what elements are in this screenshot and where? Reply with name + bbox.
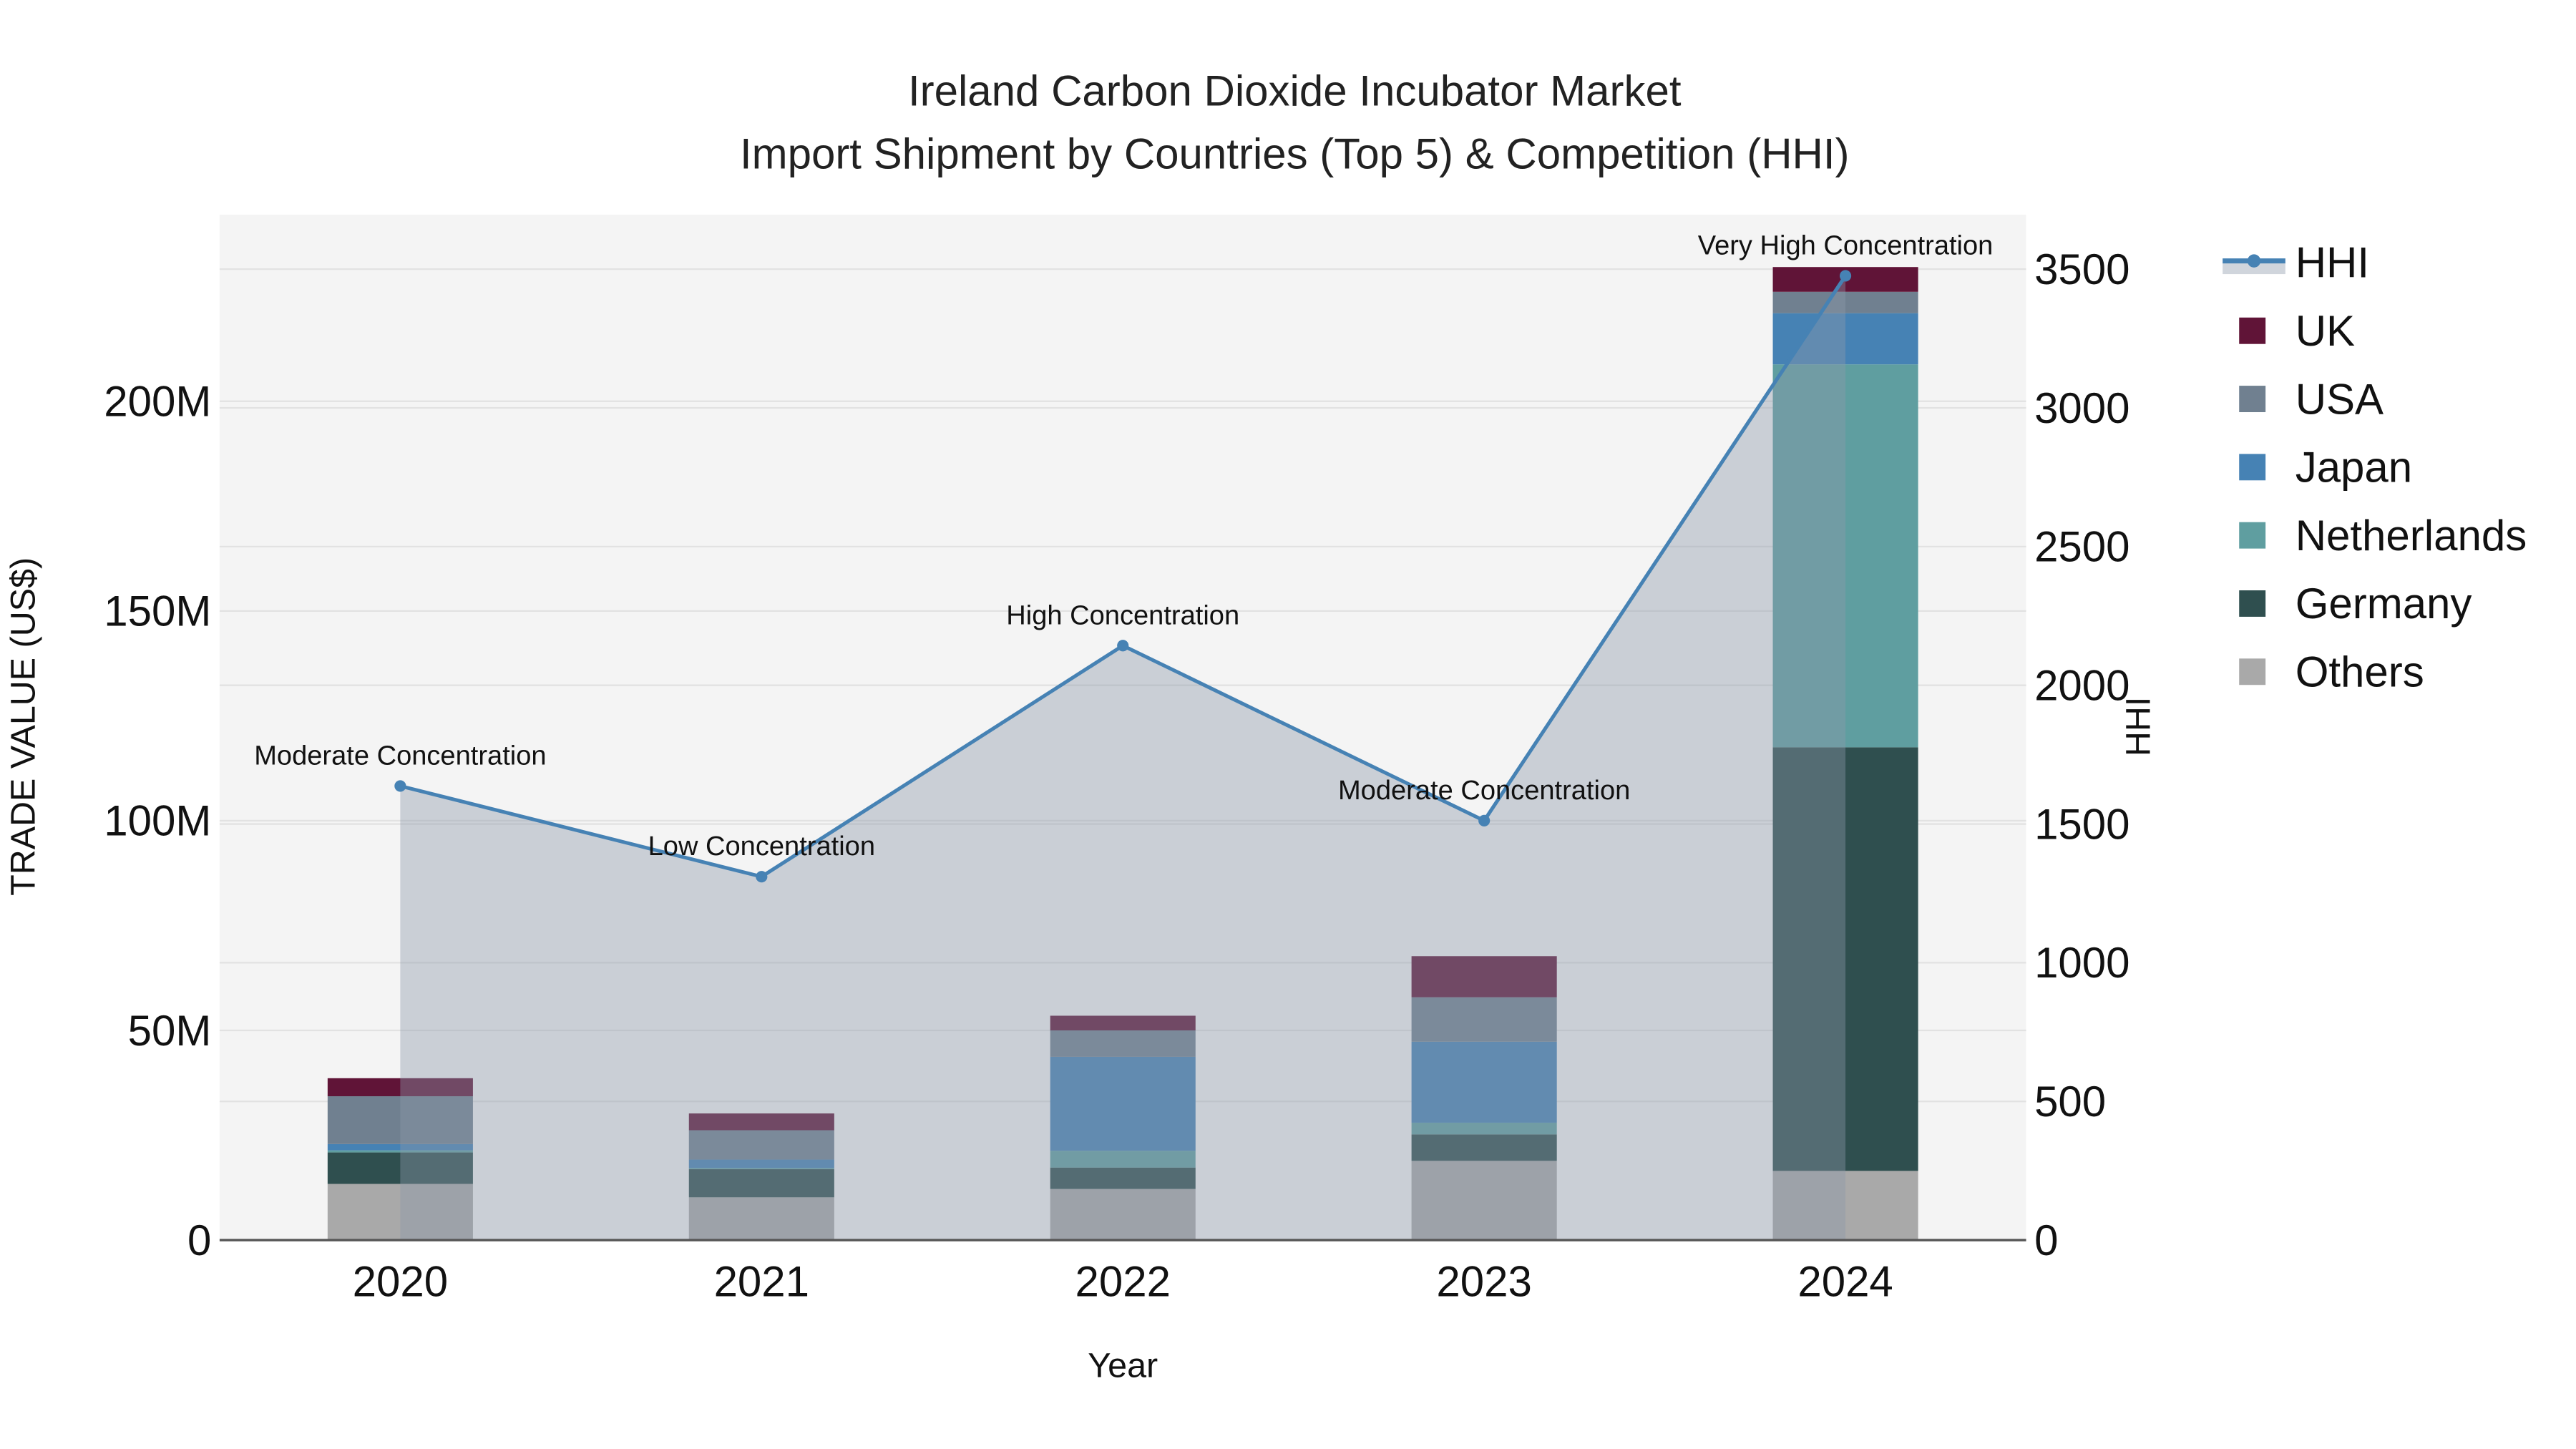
y2-tick-label: 2000 [2034, 661, 2129, 709]
y2-axis-ticks: 0 500 1000 1500 2000 2500 3000 3500 [2034, 245, 2129, 1264]
hhi-annotation: Low Concentration [648, 831, 875, 862]
y2-tick-label: 0 [2034, 1216, 2058, 1264]
legend-swatch-germany [2239, 590, 2266, 617]
x-tick-label: 2021 [714, 1258, 809, 1306]
hhi-point-2022 [1117, 640, 1129, 652]
y-tick-label: 150M [104, 587, 211, 635]
y2-tick-label: 500 [2034, 1078, 2106, 1126]
x-tick-label: 2022 [1075, 1258, 1170, 1306]
y-tick-label: 0 [187, 1216, 211, 1264]
legend-swatch-netherlands [2239, 522, 2266, 549]
x-tick-label: 2020 [353, 1258, 448, 1306]
legend-label-uk: UK [2296, 307, 2355, 355]
y2-tick-label: 3500 [2034, 245, 2129, 293]
hhi-annotation: Very High Concentration [1698, 230, 1994, 260]
legend-swatch-japan [2239, 454, 2266, 481]
hhi-annotation: High Concentration [1006, 600, 1239, 630]
x-axis-label: Year [1088, 1347, 1158, 1385]
y-tick-label: 200M [104, 378, 211, 426]
hhi-point-2021 [756, 871, 768, 883]
legend-label-germany: Germany [2296, 580, 2472, 628]
chart-subtitle: Import Shipment by Countries (Top 5) & C… [740, 130, 1850, 177]
y2-tick-label: 1500 [2034, 800, 2129, 848]
hhi-point-2020 [394, 780, 406, 792]
legend-swatch-usa [2239, 386, 2266, 412]
y-tick-label: 100M [104, 797, 211, 845]
legend-swatch-uk [2239, 317, 2266, 344]
x-tick-label: 2024 [1797, 1258, 1893, 1306]
hhi-point-2023 [1478, 814, 1491, 826]
y2-tick-label: 2500 [2034, 523, 2129, 571]
chart: 0 50M 100M 150M 200M 0 500 1000 1500 2000 2500 300… [4, 67, 2527, 1385]
y2-tick-label: 1000 [2034, 939, 2129, 987]
hhi-annotation: Moderate Concentration [254, 741, 546, 771]
legend-swatch-others [2239, 658, 2266, 686]
y2-axis-label: HHI [2119, 697, 2158, 756]
legend-label-usa: USA [2296, 375, 2384, 423]
y-axis-label: TRADE VALUE (US$) [4, 557, 42, 896]
hhi-point-2024 [1840, 270, 1852, 282]
legend-label-japan: Japan [2296, 444, 2412, 492]
chart-title: Ireland Carbon Dioxide Incubator Market [908, 67, 1682, 115]
legend-label-others: Others [2296, 648, 2424, 696]
y2-tick-label: 3000 [2034, 384, 2129, 432]
legend-label-hhi: HHI [2296, 239, 2369, 287]
legend-hhi-marker [2247, 254, 2261, 268]
y-tick-label: 50M [128, 1007, 212, 1055]
legend: HHI UK USA Japan Netherlands Germany Others [2223, 239, 2527, 696]
hhi-annotation: Moderate Concentration [1338, 776, 1630, 806]
legend-label-netherlands: Netherlands [2296, 512, 2527, 560]
x-axis-ticks: 2020 2021 2022 2023 2024 [353, 1258, 1893, 1306]
x-tick-label: 2023 [1436, 1258, 1531, 1306]
y-axis-ticks: 0 50M 100M 150M 200M [104, 378, 211, 1264]
